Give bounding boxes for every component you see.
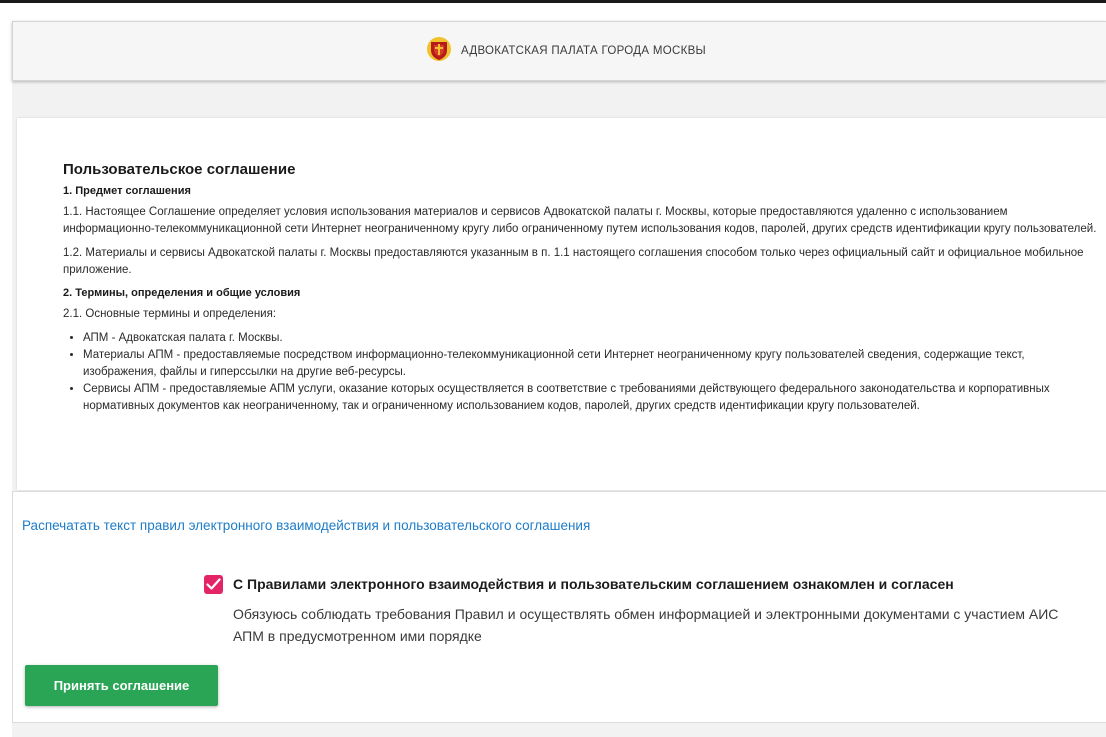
- agreement-content: Пользовательское соглашение 1. Предмет с…: [63, 160, 1099, 415]
- consent-panel: Распечатать текст правил электронного вз…: [12, 491, 1106, 723]
- agreement-text-panel[interactable]: Пользовательское соглашение 1. Предмет с…: [17, 118, 1106, 490]
- list-item: АПМ - Адвокатская палата г. Москвы.: [83, 330, 1099, 347]
- window-top-border: [0, 0, 1106, 3]
- paragraph-1-1: 1.1. Настоящее Соглашение определяет усл…: [63, 206, 1097, 235]
- site-title: АДВОКАТСКАЯ ПАЛАТА ГОРОДА МОСКВЫ: [461, 45, 707, 57]
- accept-agreement-button[interactable]: Принять соглашение: [25, 665, 218, 706]
- page: АДВОКАТСКАЯ ПАЛАТА ГОРОДА МОСКВЫ Пользов…: [12, 21, 1106, 737]
- agreement-heading: Пользовательское соглашение: [63, 161, 296, 178]
- consent-checkbox[interactable]: [204, 575, 223, 594]
- paragraph-2-1: 2.1. Основные термины и определения:: [63, 308, 277, 320]
- list-item: Материалы АПМ - предоставляемые посредст…: [83, 347, 1099, 381]
- consent-label[interactable]: С Правилами электронного взаимодействия …: [233, 574, 954, 594]
- coat-of-arms-shield-icon: [426, 36, 452, 67]
- terms-list: АПМ - Адвокатская палата г. Москвы. Мате…: [63, 330, 1099, 415]
- paragraph-1-2: 1.2. Материалы и сервисы Адвокатской пал…: [63, 247, 1084, 276]
- brand[interactable]: АДВОКАТСКАЯ ПАЛАТА ГОРОДА МОСКВЫ: [426, 36, 707, 67]
- consent-description: Обязуюсь соблюдать требования Правил и о…: [233, 606, 1059, 644]
- section-1-title: 1. Предмет соглашения: [63, 185, 191, 197]
- section-2-title: 2. Термины, определения и общие условия: [63, 287, 301, 299]
- print-agreement-link[interactable]: Распечатать текст правил электронного вз…: [22, 518, 590, 533]
- site-header: АДВОКАТСКАЯ ПАЛАТА ГОРОДА МОСКВЫ: [12, 21, 1106, 81]
- list-item: Сервисы АПМ - предоставляемые АПМ услуги…: [83, 381, 1099, 415]
